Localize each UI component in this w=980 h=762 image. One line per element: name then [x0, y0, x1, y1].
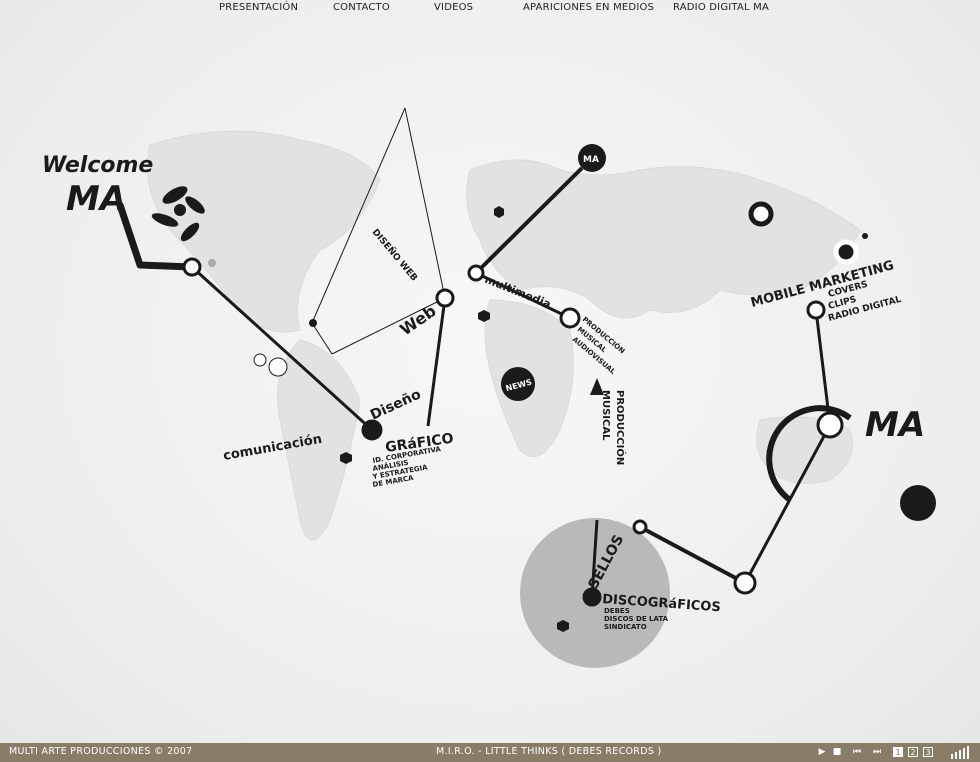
svg-text:SINDICATO: SINDICATO	[604, 623, 647, 631]
volume-bars-icon[interactable]	[951, 746, 975, 759]
volume-bar[interactable]	[959, 750, 961, 759]
play-icon[interactable]: ▶	[817, 746, 827, 758]
audiovisual-sublist: PRODUCCIÓN MUSICAL AUDIOVISUAL	[571, 315, 627, 377]
now-playing-track: M.I.R.O. - LITTLE THINKS ( DEBES RECORDS…	[436, 746, 662, 757]
deco-dot-3	[268, 357, 288, 377]
nav-radio-digital[interactable]: RADIO DIGITAL MA	[673, 2, 769, 13]
volume-bar[interactable]	[955, 752, 957, 759]
deco-dot-7	[862, 233, 868, 239]
deco-dot-2	[833, 239, 859, 265]
label-web-sub: DISEÑO WEB	[370, 227, 420, 284]
node-mobile[interactable]	[816, 411, 844, 439]
page-1-button[interactable]: 1	[893, 747, 903, 757]
deco-dot-4	[253, 353, 267, 367]
node-welcome[interactable]	[182, 257, 202, 277]
nav-apariciones[interactable]: APARICIONES EN MEDIOS	[523, 2, 654, 13]
volume-bar[interactable]	[963, 748, 965, 759]
page-2-button[interactable]: 2	[908, 747, 918, 757]
node-web[interactable]	[435, 288, 455, 308]
world-map-background	[147, 130, 861, 541]
svg-text:MA: MA	[583, 155, 599, 165]
node-audiovisual[interactable]	[559, 307, 581, 329]
node-grafico[interactable]	[361, 419, 383, 441]
nav-contacto[interactable]: CONTACTO	[333, 2, 390, 13]
news-badge[interactable]: NEWS	[501, 367, 535, 401]
grafico-sublist: ID. CORPORATIVA ANÁLISIS Y ESTRATEGIA DE…	[371, 445, 442, 489]
next-icon[interactable]: ⏭	[870, 746, 884, 758]
deco-dot-5	[208, 259, 216, 267]
ma-logo-right[interactable]: MA	[865, 405, 925, 445]
mobile-sublist: COVERS CLIPS RADIO DIGITAL	[827, 280, 902, 324]
page-3-button[interactable]: 3	[923, 747, 933, 757]
mobile-badge[interactable]	[900, 485, 936, 521]
ma-badge[interactable]: MA	[578, 144, 606, 172]
node-sellos[interactable]	[632, 519, 648, 535]
deco-dot-1	[748, 201, 774, 227]
label-diseno[interactable]: Diseño	[368, 386, 424, 423]
top-nav: PRESENTACIÓN CONTACTO VIDEOS APARICIONES…	[0, 0, 980, 16]
label-musical[interactable]: MUSICAL	[600, 390, 611, 441]
nav-presentacion[interactable]: PRESENTACIÓN	[219, 2, 298, 13]
previous-icon[interactable]: ⏮	[850, 746, 864, 758]
welcome-text: Welcome	[42, 153, 153, 178]
volume-bar[interactable]	[951, 754, 953, 759]
volume-bar[interactable]	[967, 746, 969, 759]
copyright-text: MULTI ARTE PRODUCCIONES © 2007	[9, 746, 193, 757]
nav-videos[interactable]: VIDEOS	[434, 2, 473, 13]
svg-text:DISCOS DE LATA: DISCOS DE LATA	[604, 615, 669, 623]
node-mobile-top[interactable]	[806, 300, 826, 320]
node-debes[interactable]	[733, 571, 757, 595]
deco-dot-6	[309, 319, 317, 327]
triangle-icon	[590, 378, 604, 395]
svg-text:DEBES: DEBES	[604, 607, 630, 615]
node-multimedia[interactable]	[467, 264, 485, 282]
label-web[interactable]: Web	[396, 301, 439, 339]
footer-bar: MULTI ARTE PRODUCCIONES © 2007 M.I.R.O. …	[0, 743, 980, 762]
main-map-scene: Welcome MA MA MA NEWS comunicación Diseñ…	[42, 107, 936, 668]
stop-icon[interactable]: ■	[832, 746, 842, 758]
ma-logo[interactable]: MA	[66, 179, 126, 219]
label-produccion[interactable]: PRODUCCIÓN	[614, 390, 627, 465]
